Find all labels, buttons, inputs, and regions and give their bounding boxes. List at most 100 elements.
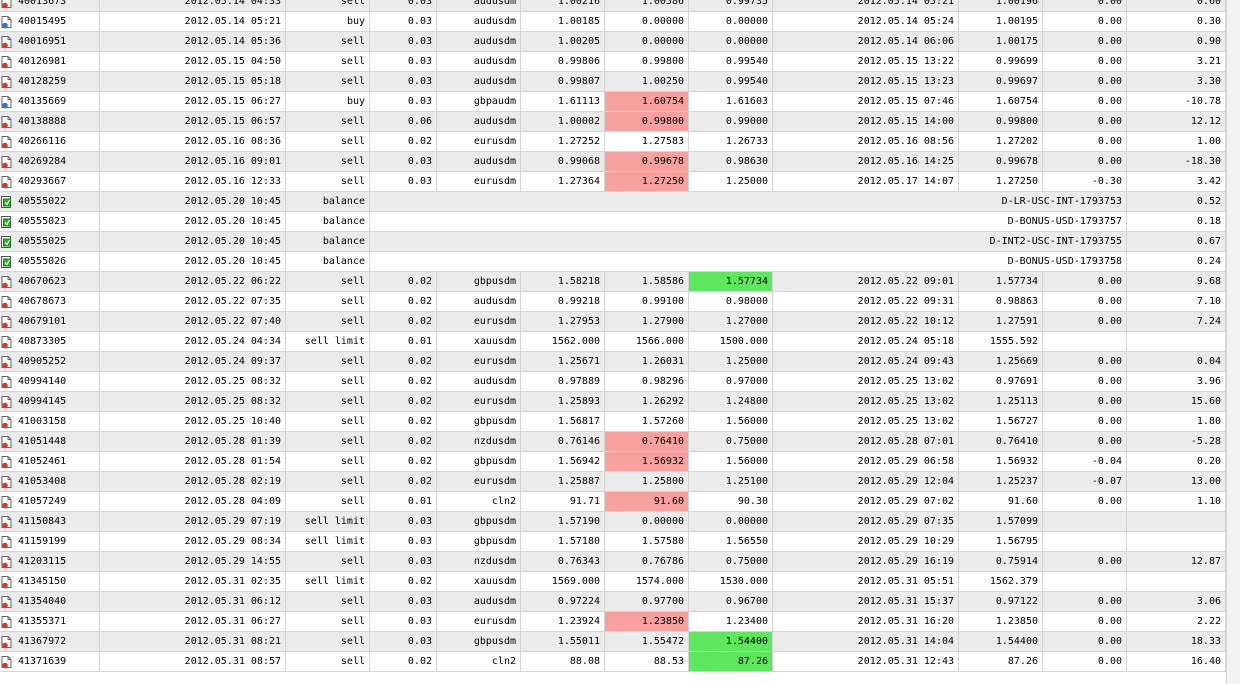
ticket-cell: 40269284 [0, 152, 100, 172]
close-time-cell: 2012.05.31 12:43 [773, 652, 959, 672]
table-row[interactable]: 40679101 2012.05.22 07:40 sell 0.02 eurusdm 1… [0, 312, 1240, 332]
ticket-cell: 40016951 [0, 32, 100, 52]
item-cell: gbpusdm [437, 412, 521, 432]
table-row[interactable]: 41203115 2012.05.29 14:55 sell 0.03 nzdusdm 0… [0, 552, 1240, 572]
size-cell: 0.02 [370, 392, 437, 412]
trade-history-grid: 40013673 2012.05.14 04:33 sell 0.03 audusdm 1… [0, 0, 1240, 684]
table-row[interactable]: 41052461 2012.05.28 01:54 sell 0.02 gbpusdm 1… [0, 452, 1240, 472]
type-cell: sell [286, 592, 370, 612]
table-row[interactable]: 40555025 2012.05.20 10:45 balance D-INT2-US… [0, 232, 1240, 252]
size-cell: 0.02 [370, 432, 437, 452]
item-cell: audusdm [437, 72, 521, 92]
close-price-cell: 1.27250 [959, 172, 1043, 192]
item-cell: eurusdm [437, 312, 521, 332]
sl-cell: 1.27583 [605, 132, 689, 152]
swap-cell: 0.00 [1043, 152, 1127, 172]
ticket-cell: 41052461 [0, 452, 100, 472]
table-row[interactable]: 40994140 2012.05.25 08:32 sell 0.02 audusdm 0… [0, 372, 1240, 392]
size-cell: 0.03 [370, 632, 437, 652]
price-cell: 1.00002 [521, 112, 605, 132]
price-cell: 0.97224 [521, 592, 605, 612]
tp-cell: 0.00000 [689, 12, 773, 32]
size-cell: 0.01 [370, 332, 437, 352]
tp-cell: 0.99000 [689, 112, 773, 132]
tp-cell: 1.54400 [689, 632, 773, 652]
table-row[interactable]: 40138888 2012.05.15 06:57 sell 0.06 audusdm 1… [0, 112, 1240, 132]
sl-cell: 0.00000 [605, 32, 689, 52]
type-cell: sell [286, 272, 370, 292]
table-row[interactable]: 40126981 2012.05.15 04:50 sell 0.03 audusdm 0… [0, 52, 1240, 72]
table-row[interactable]: 41367972 2012.05.31 08:21 sell 0.03 gbpusdm 1… [0, 632, 1240, 652]
table-row[interactable]: 41159199 2012.05.29 08:34 sell limit 0.03 gb… [0, 532, 1240, 552]
profit-cell: -10.78 [1127, 92, 1226, 112]
item-cell: eurusdm [437, 392, 521, 412]
item-cell: eurusdm [437, 472, 521, 492]
table-row[interactable]: 40266116 2012.05.16 08:36 sell 0.02 eurusdm 1… [0, 132, 1240, 152]
close-price-cell: 0.97691 [959, 372, 1043, 392]
type-cell: sell limit [286, 512, 370, 532]
tp-cell: 1.25000 [689, 352, 773, 372]
table-row[interactable]: 41355371 2012.05.31 06:27 sell 0.03 eurusdm 1… [0, 612, 1240, 632]
table-row[interactable]: 40994145 2012.05.25 08:32 sell 0.02 eurusdm 1… [0, 392, 1240, 412]
table-row[interactable]: 40269284 2012.05.16 09:01 sell 0.03 audusdm 0… [0, 152, 1240, 172]
ticket-cell: 40555022 [0, 192, 100, 212]
type-cell: sell [286, 152, 370, 172]
profit-cell: 0.20 [1127, 452, 1226, 472]
ticket-cell: 41051448 [0, 432, 100, 452]
item-cell: nzdusdm [437, 432, 521, 452]
table-row[interactable]: 40015495 2012.05.14 05:21 buy 0.03 audusdm 1.… [0, 12, 1240, 32]
table-row[interactable]: 41003158 2012.05.25 10:40 sell 0.02 gbpusdm 1… [0, 412, 1240, 432]
table-row[interactable]: 40670623 2012.05.22 06:22 sell 0.02 gbpusdm 1… [0, 272, 1240, 292]
table-row[interactable]: 40905252 2012.05.24 09:37 sell 0.02 eurusdm 1… [0, 352, 1240, 372]
profit-cell: 0.30 [1127, 12, 1226, 32]
table-row[interactable]: 40293667 2012.05.16 12:33 sell 0.03 eurusdm 1… [0, 172, 1240, 192]
table-row[interactable]: 41150843 2012.05.29 07:19 sell limit 0.03 gb… [0, 512, 1240, 532]
tp-cell: 0.99735 [689, 0, 773, 12]
swap-cell: 0.00 [1043, 112, 1127, 132]
type-cell: balance [286, 212, 370, 232]
close-price-cell: 0.99800 [959, 112, 1043, 132]
profit-cell: 3.21 [1127, 52, 1226, 72]
table-row[interactable]: 40135669 2012.05.15 06:27 buy 0.03 gbpaudm 1.… [0, 92, 1240, 112]
type-cell: sell [286, 112, 370, 132]
table-row[interactable]: 41354040 2012.05.31 06:12 sell 0.03 audusdm 0… [0, 592, 1240, 612]
price-cell: 0.99807 [521, 72, 605, 92]
item-cell: eurusdm [437, 612, 521, 632]
table-row[interactable]: 40873305 2012.05.24 04:34 sell limit 0.01 xa… [0, 332, 1240, 352]
profit-cell: 2.22 [1127, 612, 1226, 632]
table-row[interactable]: 40016951 2012.05.14 05:36 sell 0.03 audusdm 1… [0, 32, 1240, 52]
comment-cell: D-LR-USC-INT-1793753 [370, 192, 1127, 212]
table-row[interactable]: 40555026 2012.05.20 10:45 balance D-BONUS-U… [0, 252, 1240, 272]
table-row[interactable]: 40555022 2012.05.20 10:45 balance D-LR-USC-… [0, 192, 1240, 212]
close-time-cell: 2012.05.29 16:19 [773, 552, 959, 572]
item-cell: cln2 [437, 652, 521, 672]
tp-cell: 90.30 [689, 492, 773, 512]
table-row[interactable]: 40013673 2012.05.14 04:33 sell 0.03 audusdm 1… [0, 0, 1240, 12]
comment-cell: D-BONUS-USD-1793758 [370, 252, 1127, 272]
table-row[interactable]: 41051448 2012.05.28 01:39 sell 0.02 nzdusdm 0… [0, 432, 1240, 452]
table-row[interactable]: 41057249 2012.05.28 04:09 sell 0.01 cln2 91.7… [0, 492, 1240, 512]
table-row[interactable]: 41053408 2012.05.28 02:19 sell 0.02 eurusdm 1… [0, 472, 1240, 492]
swap-cell: 0.00 [1043, 492, 1127, 512]
table-row[interactable]: 40128259 2012.05.15 05:18 sell 0.03 audusdm 0… [0, 72, 1240, 92]
open-time-cell: 2012.05.25 08:32 [100, 372, 286, 392]
sl-cell: 1.58586 [605, 272, 689, 292]
ticket-cell: 40555026 [0, 252, 100, 272]
profit-cell: 3.06 [1127, 592, 1226, 612]
price-cell: 1.56942 [521, 452, 605, 472]
table-row[interactable]: 40678673 2012.05.22 07:35 sell 0.02 audusdm 0… [0, 292, 1240, 312]
item-cell: audusdm [437, 592, 521, 612]
close-time-cell: 2012.05.15 13:22 [773, 52, 959, 72]
table-row[interactable]: 41345150 2012.05.31 02:35 sell limit 0.02 xa… [0, 572, 1240, 592]
item-cell: audusdm [437, 152, 521, 172]
sl-cell: 1.23850 [605, 612, 689, 632]
table-row[interactable]: 41371639 2012.05.31 08:57 sell 0.02 cln2 88.0… [0, 652, 1240, 672]
vertical-scrollbar[interactable] [1226, 0, 1240, 684]
size-cell: 0.03 [370, 592, 437, 612]
profit-cell: 13.00 [1127, 472, 1226, 492]
close-price-cell: 1.25113 [959, 392, 1043, 412]
swap-cell: 0.00 [1043, 652, 1127, 672]
profit-cell: 1.10 [1127, 492, 1226, 512]
table-row[interactable]: 40555023 2012.05.20 10:45 balance D-BONUS-U… [0, 212, 1240, 232]
profit-cell: 0.52 [1127, 192, 1226, 212]
